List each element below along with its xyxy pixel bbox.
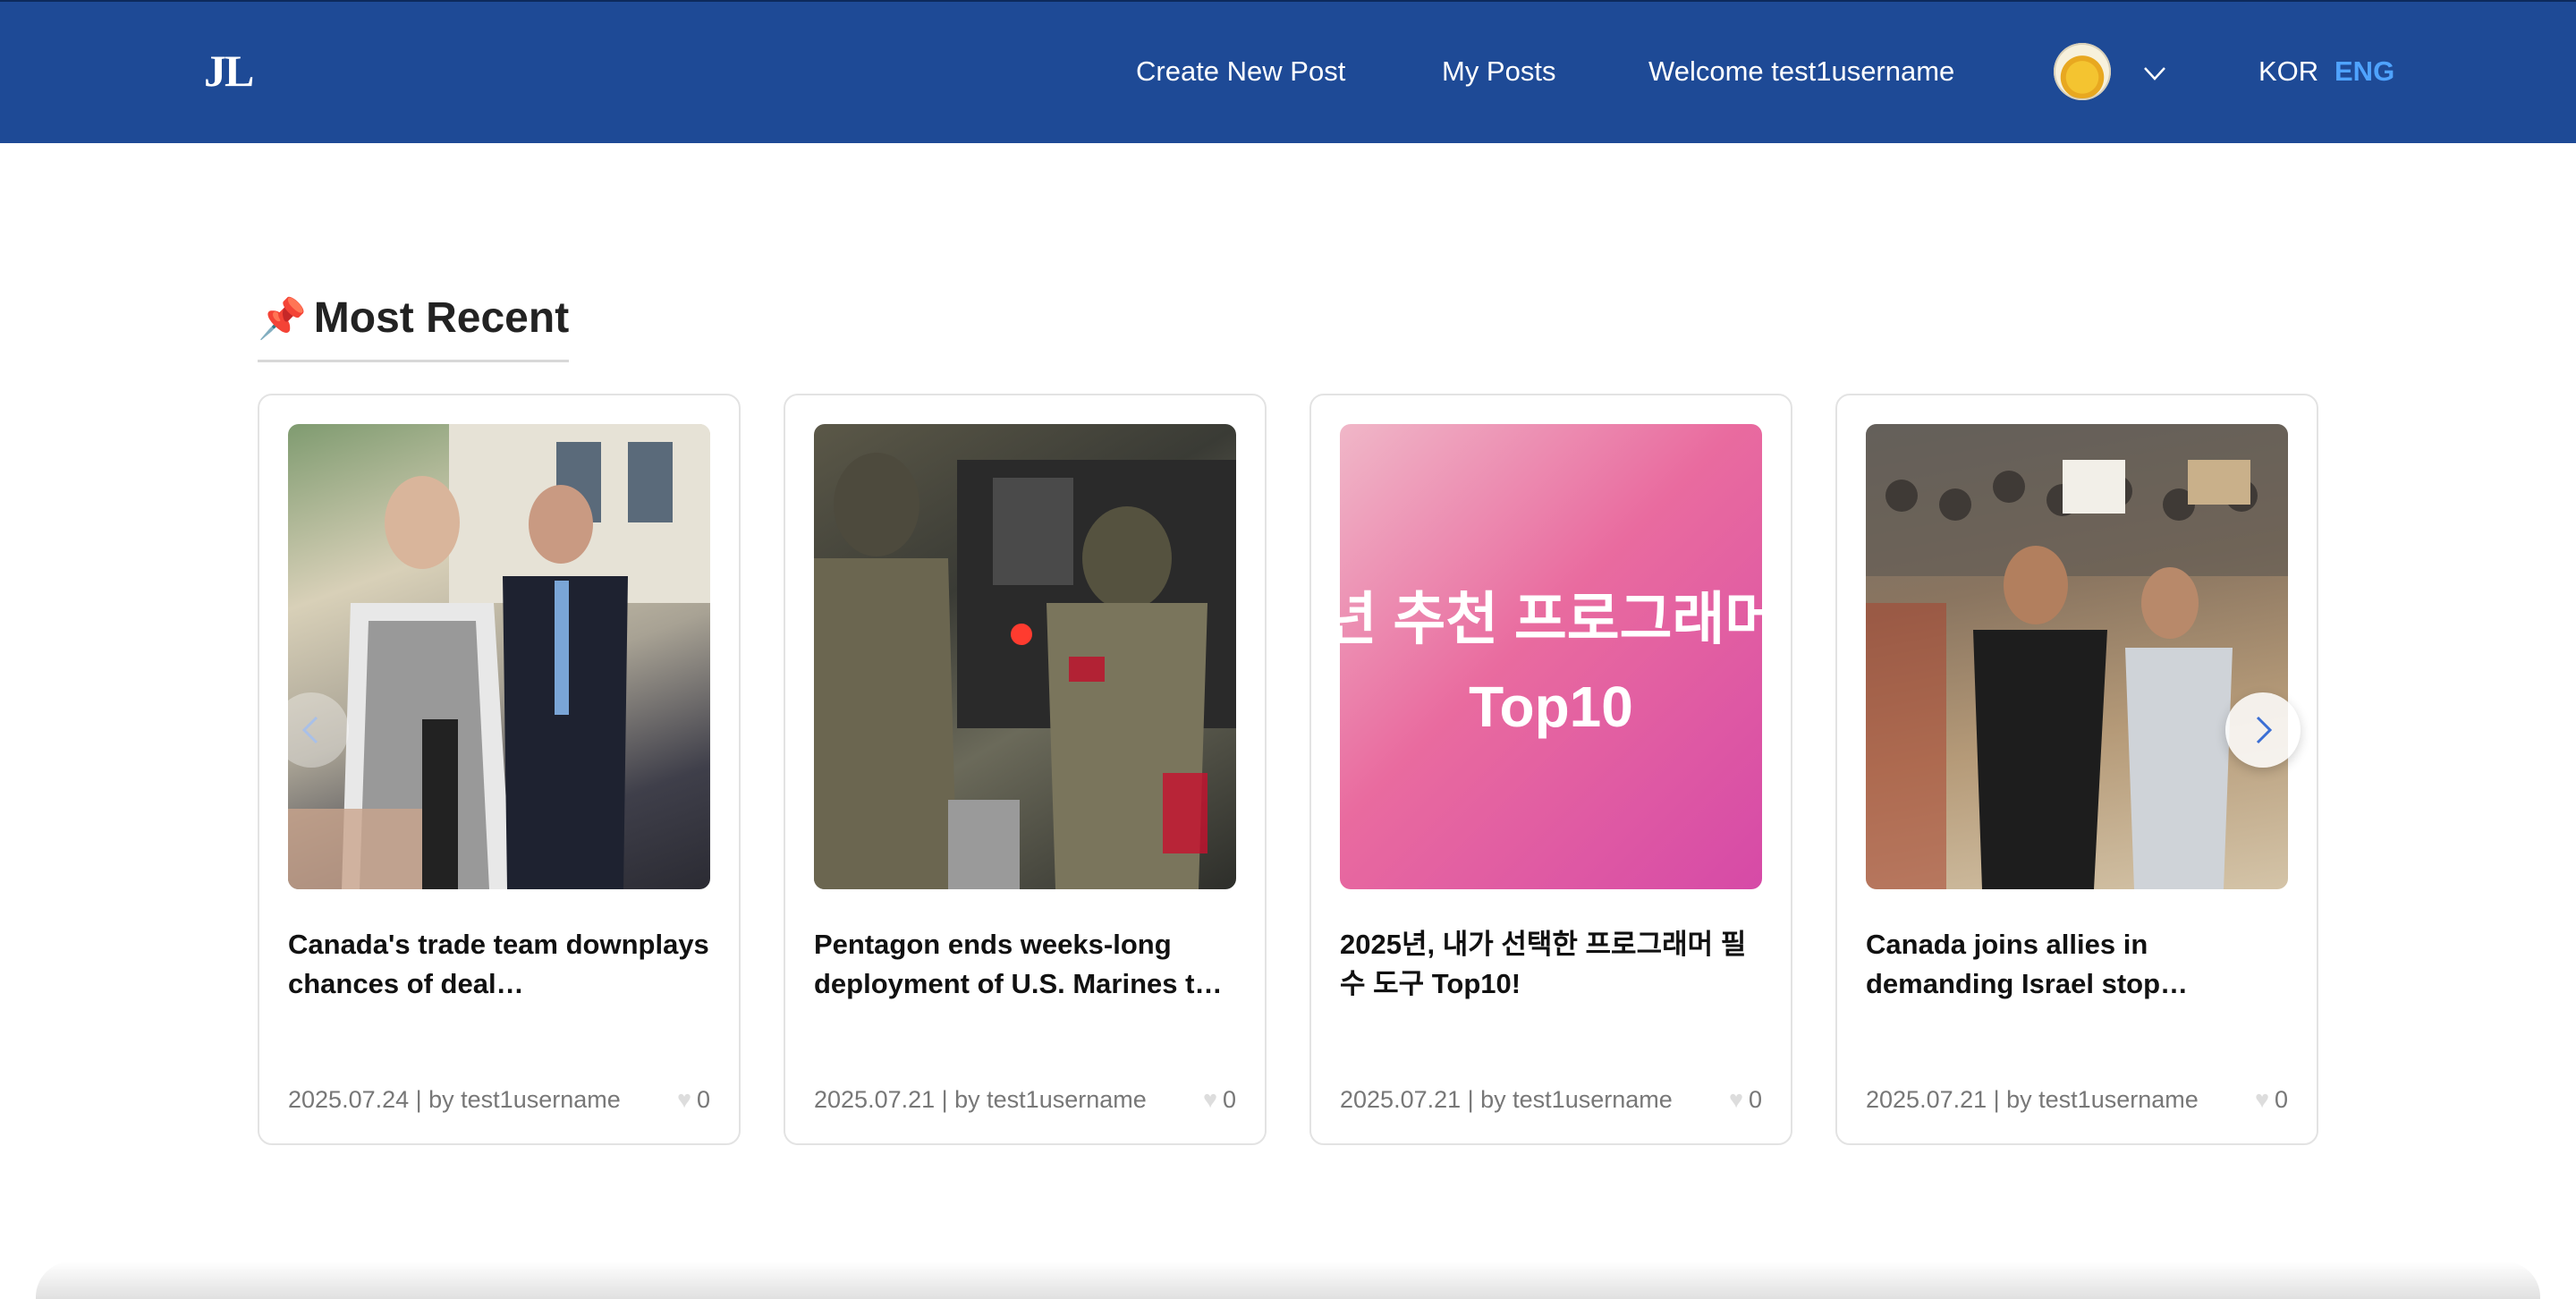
post-thumbnail[interactable] xyxy=(1866,424,2288,889)
site-logo[interactable]: JL xyxy=(204,45,254,97)
post-meta: 2025.07.21 | by test1username xyxy=(1340,1086,1673,1113)
language-kor-toggle[interactable]: KOR xyxy=(2258,55,2318,88)
post-meta: 2025.07.21 | by test1username xyxy=(814,1086,1147,1113)
post-card[interactable]: 년 추천 프로그래머 Top10 2025년, 내가 선택한 프로그래머 필수 … xyxy=(1309,394,1792,1145)
post-title[interactable]: Canada's trade team downplays chances of… xyxy=(288,925,714,1004)
photo-press-conference-image xyxy=(288,424,710,889)
heart-icon[interactable]: ♥ xyxy=(1203,1086,1217,1113)
post-title[interactable]: Canada joins allies in demanding Israel … xyxy=(1866,925,2292,1004)
carousel-prev-button[interactable] xyxy=(274,692,349,768)
language-eng-toggle[interactable]: ENG xyxy=(2334,55,2394,88)
post-title[interactable]: 2025년, 내가 선택한 프로그래머 필수 도구 Top10! xyxy=(1340,925,1766,1004)
post-meta: 2025.07.24 | by test1username xyxy=(288,1086,621,1113)
like-count[interactable]: ♥ 0 xyxy=(1729,1086,1762,1114)
chevron-down-icon[interactable] xyxy=(2140,57,2170,88)
my-posts-link[interactable]: My Posts xyxy=(1442,55,1555,88)
welcome-text: Welcome test1username xyxy=(1648,55,1955,87)
thumbnail-text-line2: Top10 xyxy=(1469,675,1633,739)
section-title: 📌 Most Recent xyxy=(258,293,569,343)
like-count[interactable]: ♥ 0 xyxy=(2255,1086,2288,1114)
heart-icon[interactable]: ♥ xyxy=(2255,1086,2269,1113)
chevron-right-icon xyxy=(2256,716,2273,744)
carousel-next-button[interactable] xyxy=(2225,692,2301,768)
post-thumbnail[interactable] xyxy=(814,424,1236,889)
section-title-underline xyxy=(258,360,569,362)
post-card[interactable]: Pentagon ends weeks-long deployment of U… xyxy=(784,394,1267,1145)
heart-icon[interactable]: ♥ xyxy=(677,1086,691,1113)
heart-icon[interactable]: ♥ xyxy=(1729,1086,1743,1113)
pin-icon: 📌 xyxy=(258,297,307,341)
chevron-left-icon xyxy=(301,716,318,744)
like-count[interactable]: ♥ 0 xyxy=(677,1086,710,1114)
section-title-text: Most Recent xyxy=(313,294,570,342)
user-avatar[interactable] xyxy=(2054,43,2111,100)
like-count[interactable]: ♥ 0 xyxy=(1203,1086,1236,1114)
post-thumbnail[interactable]: 년 추천 프로그래머 Top10 xyxy=(1340,424,1762,889)
top-navbar: JL Create New Post My Posts Welcome test… xyxy=(0,0,2576,143)
post-card[interactable]: Canada's trade team downplays chances of… xyxy=(258,394,741,1145)
footer-shadow xyxy=(36,1261,2540,1299)
photo-crowd-image xyxy=(1866,424,2288,889)
thumbnail-text-line1: 년 추천 프로그래머 xyxy=(1340,587,1762,651)
post-meta: 2025.07.21 | by test1username xyxy=(1866,1086,2199,1113)
post-thumbnail[interactable] xyxy=(288,424,710,889)
photo-troops-image xyxy=(814,453,1236,889)
create-new-post-link[interactable]: Create New Post xyxy=(1136,55,1345,88)
post-card[interactable]: Canada joins allies in demanding Israel … xyxy=(1835,394,2318,1145)
post-title[interactable]: Pentagon ends weeks-long deployment of U… xyxy=(814,925,1240,1004)
